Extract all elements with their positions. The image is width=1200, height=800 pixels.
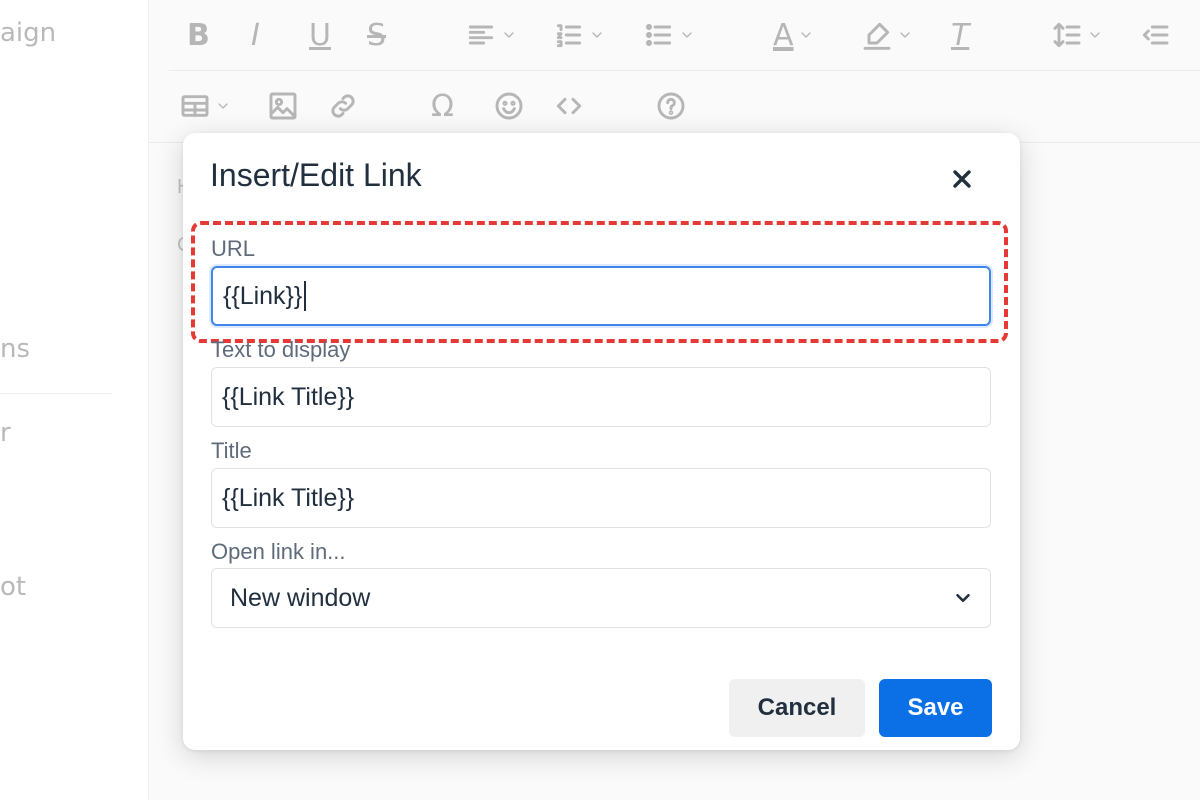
strikethrough-button[interactable]: S xyxy=(367,16,386,54)
text-caret xyxy=(304,281,307,311)
image-icon xyxy=(269,92,297,120)
open-link-in-value: New window xyxy=(230,583,371,612)
outdent-icon xyxy=(1142,25,1169,45)
url-label: URL xyxy=(211,236,256,261)
text-to-display-input[interactable]: {{Link Title}} xyxy=(211,367,991,427)
numbered-list-icon xyxy=(556,24,582,48)
chevron-down-icon xyxy=(900,32,910,38)
sidebar-item-ot[interactable]: ot xyxy=(0,572,26,602)
chevron-down-icon xyxy=(1090,32,1100,38)
chevron-down-icon xyxy=(682,32,692,38)
close-button[interactable] xyxy=(944,161,980,197)
chevron-down-icon xyxy=(218,103,228,109)
close-icon xyxy=(953,170,971,188)
help-button[interactable] xyxy=(655,87,687,125)
underline-button[interactable]: U xyxy=(309,16,331,54)
highlight-icon xyxy=(863,22,891,50)
align-left-icon xyxy=(468,25,494,45)
sidebar-item-options[interactable]: ns xyxy=(0,334,30,364)
bold-button[interactable]: B xyxy=(187,16,210,54)
cancel-button[interactable]: Cancel xyxy=(729,679,865,737)
table-icon xyxy=(181,95,209,117)
sidebar-item-r[interactable]: r xyxy=(0,418,11,448)
code-icon xyxy=(556,97,582,115)
line-height-dropdown[interactable] xyxy=(1051,16,1103,54)
help-icon xyxy=(657,92,685,120)
insert-link-button[interactable] xyxy=(327,87,359,125)
omega-icon: Ω xyxy=(431,88,454,124)
open-link-in-select[interactable]: New window xyxy=(211,568,991,628)
clear-formatting-button[interactable]: T xyxy=(951,16,969,54)
bullet-list-icon xyxy=(645,23,672,47)
text-to-display-value: {{Link Title}} xyxy=(222,382,355,411)
chevron-down-icon xyxy=(592,32,602,38)
align-dropdown[interactable] xyxy=(465,16,517,54)
text-color-icon: A xyxy=(773,17,794,53)
dialog-title: Insert/Edit Link xyxy=(210,157,422,193)
chevron-down-icon xyxy=(956,593,970,603)
title-input[interactable]: {{Link Title}} xyxy=(211,468,991,528)
editor-toolbar-row-1: B I U S A T xyxy=(169,0,1200,71)
highlight-color-dropdown[interactable] xyxy=(861,16,913,54)
chevron-down-icon xyxy=(504,32,514,38)
insert-link-dialog: Insert/Edit Link URL {{Link}} Text to di… xyxy=(183,133,1020,750)
emoji-icon xyxy=(495,92,523,120)
insert-image-button[interactable] xyxy=(267,87,299,125)
url-input[interactable]: {{Link}} xyxy=(211,266,991,326)
sidebar-item-campaign[interactable]: aign xyxy=(0,18,56,48)
chevron-down-icon xyxy=(800,32,811,38)
bullet-list-dropdown[interactable] xyxy=(643,16,695,54)
source-code-button[interactable] xyxy=(553,87,585,125)
text-color-dropdown[interactable]: A xyxy=(773,16,814,54)
open-link-in-label: Open link in... xyxy=(211,539,346,564)
save-button[interactable]: Save xyxy=(879,679,992,737)
link-icon xyxy=(331,94,355,118)
text-to-display-label: Text to display xyxy=(211,337,351,362)
emoji-button[interactable] xyxy=(493,87,525,125)
sidebar-divider xyxy=(0,393,112,394)
sidebar: aign ns r ot xyxy=(0,0,148,800)
special-character-button[interactable]: Ω xyxy=(431,87,454,125)
title-input-value: {{Link Title}} xyxy=(222,483,355,512)
title-label: Title xyxy=(211,438,252,463)
url-input-value: {{Link}} xyxy=(223,281,303,310)
italic-button[interactable]: I xyxy=(251,16,260,54)
numbered-list-dropdown[interactable] xyxy=(553,16,605,54)
editor-toolbar-row-2: Ω xyxy=(169,71,1200,141)
table-dropdown[interactable] xyxy=(179,87,231,125)
line-height-icon xyxy=(1053,22,1081,48)
clear-format-icon: T xyxy=(951,17,970,53)
outdent-button[interactable] xyxy=(1139,16,1171,54)
